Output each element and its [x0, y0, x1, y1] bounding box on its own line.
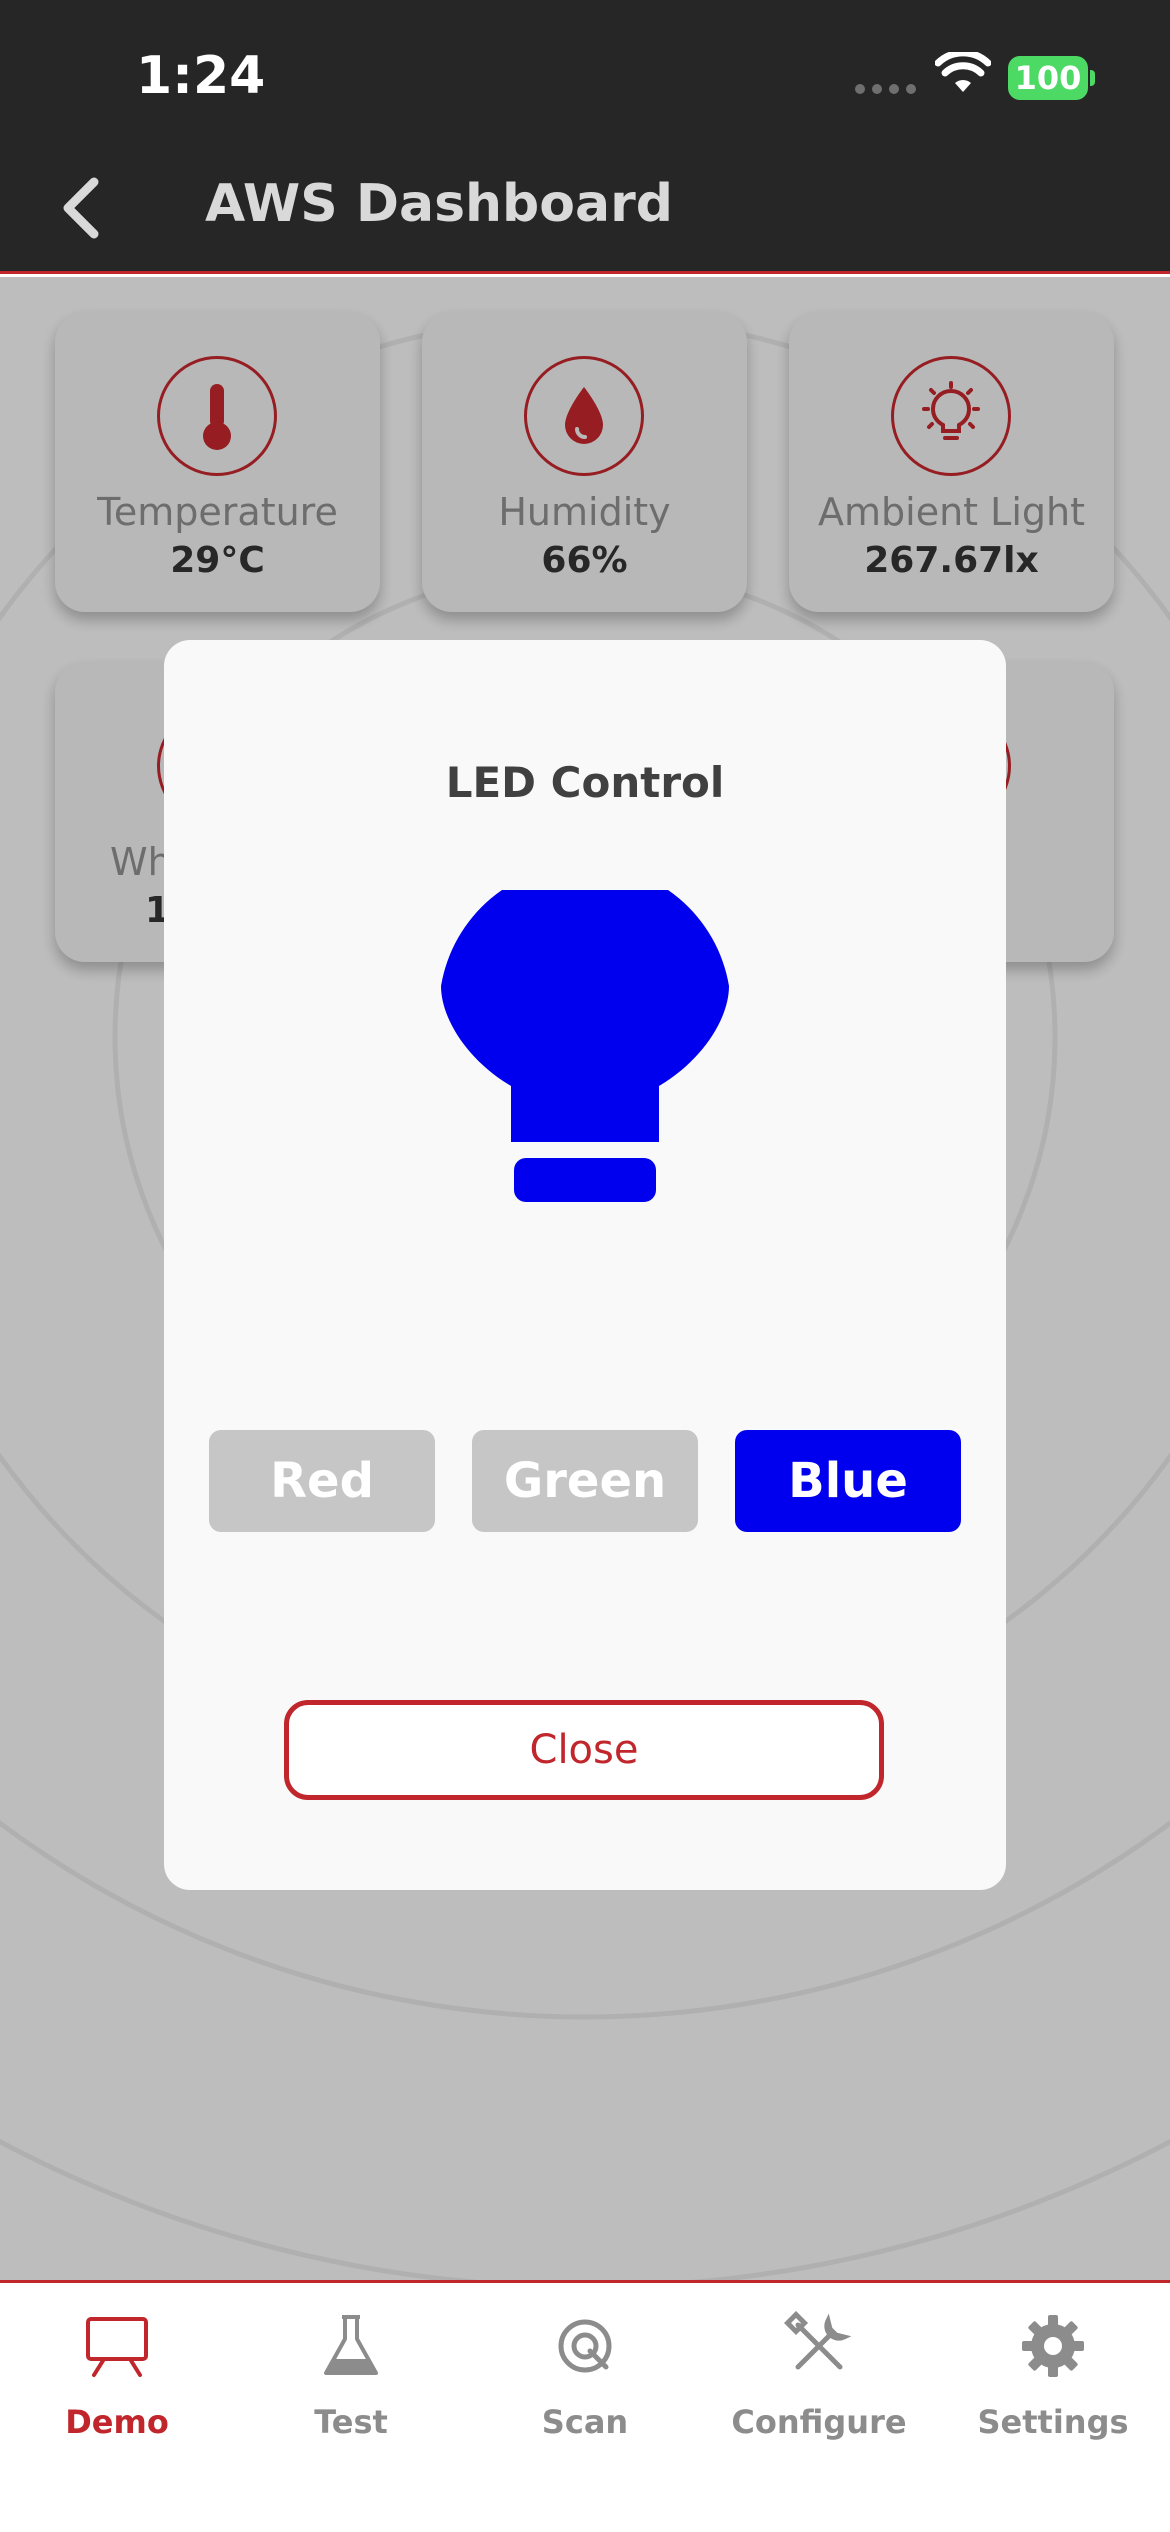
battery-nub [1090, 70, 1095, 86]
tab-label: Test [314, 2403, 388, 2441]
flask-icon [324, 2315, 378, 2375]
cellular-signal-icon [855, 84, 916, 94]
tab-configure[interactable]: Configure [702, 2303, 936, 2453]
close-button[interactable]: Close [284, 1700, 884, 1800]
gear-icon [1022, 2315, 1084, 2377]
red-button[interactable]: Red [209, 1430, 435, 1532]
modal-title: LED Control [445, 758, 725, 807]
tab-scan[interactable]: Scan [468, 2303, 702, 2453]
led-control-modal: LED Control Red Green Blue Close [164, 640, 1006, 1890]
bottom-tab-bar: Demo Test Scan Configure Settings [0, 2280, 1170, 2532]
battery-icon: 100 [1008, 56, 1088, 100]
tab-label: Scan [541, 2403, 629, 2441]
tab-label: Settings [977, 2403, 1129, 2441]
blue-button[interactable]: Blue [735, 1430, 961, 1532]
tab-demo[interactable]: Demo [0, 2303, 234, 2453]
tab-label: Configure [731, 2403, 907, 2441]
bulb-base [514, 1158, 656, 1202]
scan-target-icon [558, 2319, 612, 2373]
tab-test[interactable]: Test [234, 2303, 468, 2453]
app-header: AWS Dashboard [0, 140, 1170, 274]
green-button[interactable]: Green [472, 1430, 698, 1532]
tab-label: Demo [65, 2403, 169, 2441]
presentation-board-icon [86, 2317, 148, 2377]
page-title: AWS Dashboard [205, 174, 673, 234]
wifi-icon [935, 52, 991, 92]
tab-settings[interactable]: Settings [936, 2303, 1170, 2453]
back-chevron-icon[interactable] [60, 176, 100, 240]
tools-icon [784, 2311, 852, 2370]
lightbulb-icon [441, 890, 729, 1202]
status-time: 1:24 [136, 46, 266, 106]
status-bar: 1:24 100 [0, 0, 1170, 140]
